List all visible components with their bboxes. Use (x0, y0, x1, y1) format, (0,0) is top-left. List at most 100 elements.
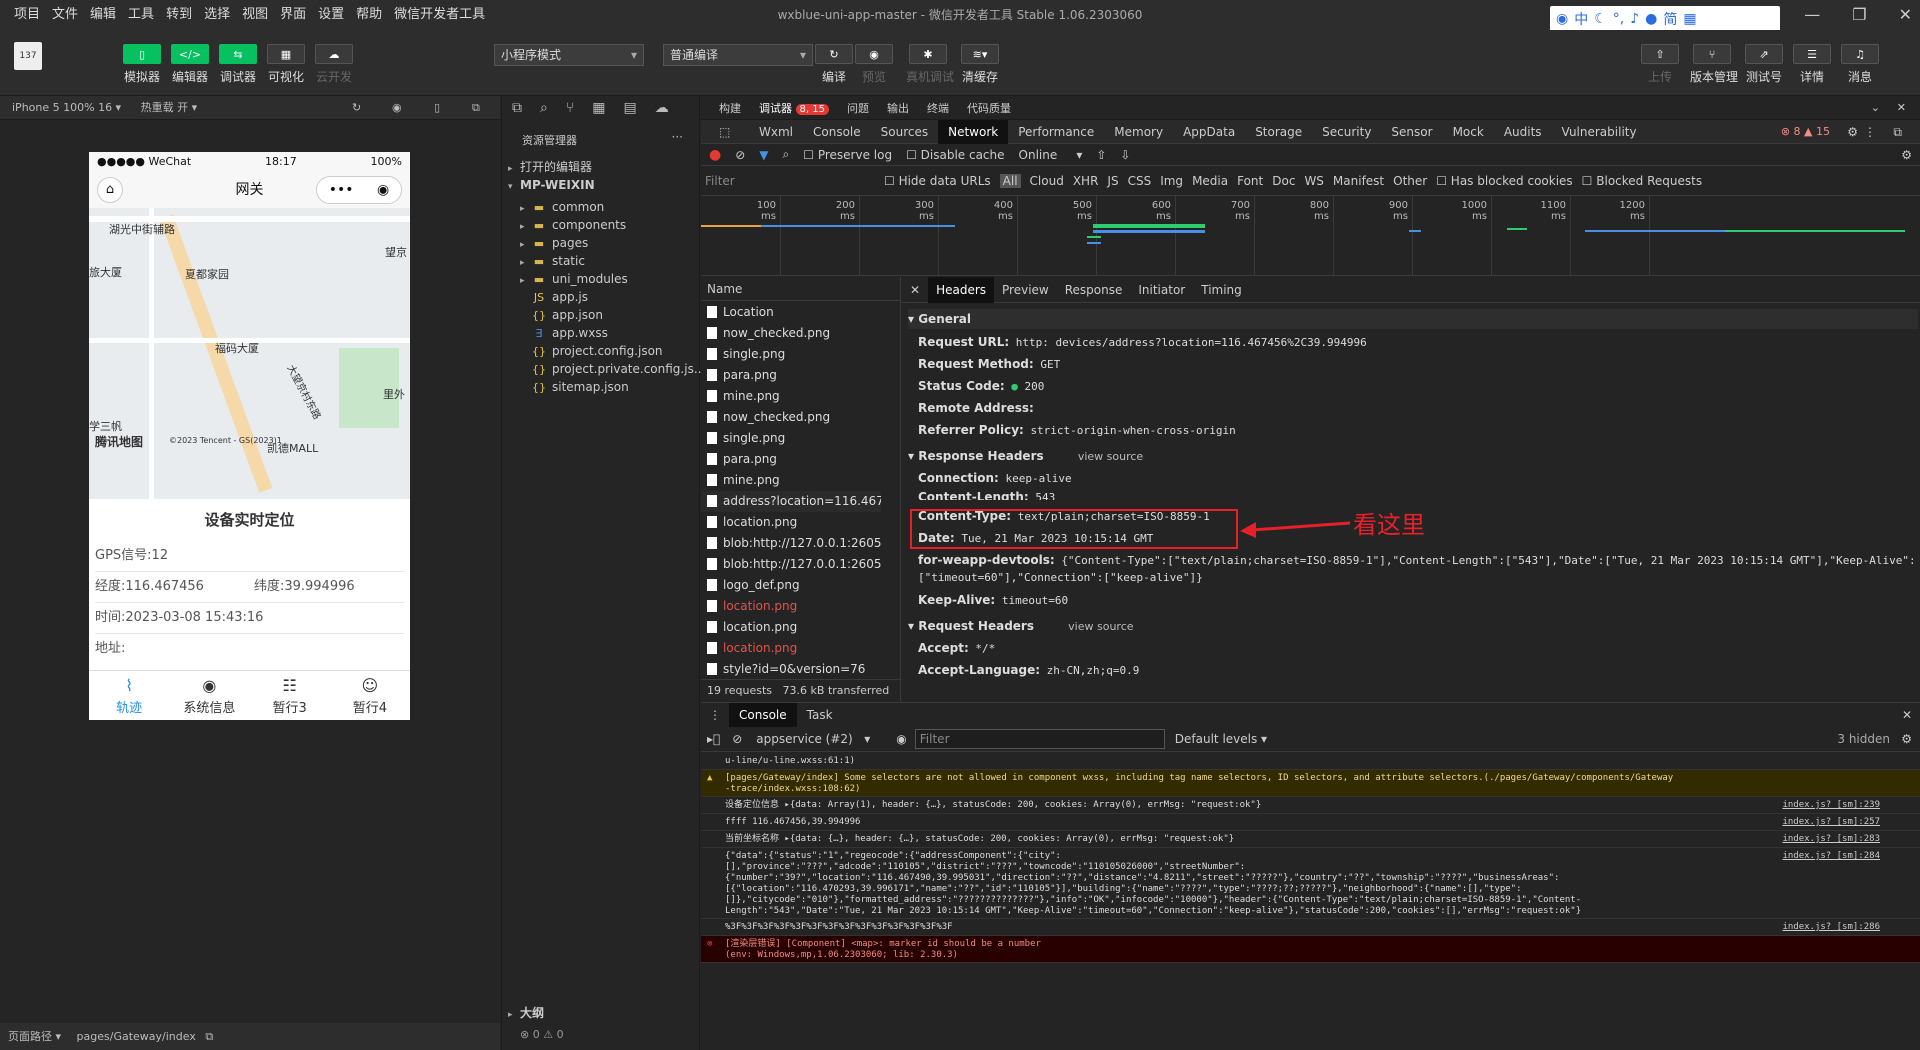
dock-icon[interactable]: ⧉ (1883, 120, 1912, 144)
view-source-link[interactable]: view source (1068, 620, 1133, 633)
messages-button[interactable]: ♫ 消息 (1838, 44, 1882, 85)
request-row[interactable]: now_checked.png (701, 407, 881, 428)
menu-select[interactable]: 选择 (198, 0, 236, 30)
ime-chinese[interactable]: 中 (1574, 9, 1588, 29)
tab-preview[interactable]: Preview (994, 283, 1057, 297)
clear-icon[interactable]: ⊘ (735, 148, 745, 162)
menu-goto[interactable]: 转到 (160, 0, 198, 30)
request-row[interactable]: mine.png (701, 470, 881, 491)
type-doc[interactable]: Doc (1272, 174, 1295, 188)
hide-data-urls-checkbox[interactable]: ☐ Hide data URLs (884, 174, 991, 188)
source-link[interactable]: index.js? [sm]:239 (1782, 800, 1880, 811)
debugger-button[interactable]: ⇆ 调试器 (216, 44, 260, 85)
panel-network[interactable]: Network (938, 119, 1009, 144)
tab-temp3[interactable]: ☷ 暂行3 (250, 671, 330, 720)
rotate-icon[interactable]: ↻ (352, 96, 361, 120)
request-row[interactable]: location.png (701, 596, 881, 617)
blocked-requests-checkbox[interactable]: ☐ Blocked Requests (1582, 174, 1702, 188)
tab-terminal[interactable]: 终端 (927, 100, 949, 116)
type-ws[interactable]: WS (1304, 174, 1323, 188)
preview-button[interactable]: ◉ 预览 (852, 44, 896, 85)
tab-initiator[interactable]: Initiator (1130, 283, 1193, 297)
console-filter-input[interactable]: Filter (914, 728, 1165, 749)
close-icon[interactable]: ✕ (1897, 101, 1906, 114)
search-icon[interactable]: ⌕ (540, 100, 548, 116)
tab-code-quality[interactable]: 代码质量 (967, 100, 1011, 116)
request-row[interactable]: blob:http://127.0.0.1:26054/a7 (701, 554, 881, 575)
cloud-dev-button[interactable]: ☁ 云开发 (312, 44, 356, 85)
source-link[interactable]: index.js? [sm]:283 (1782, 834, 1880, 845)
ime-simplified[interactable]: 简 (1663, 9, 1677, 29)
details-button[interactable]: ☰ 详情 (1790, 44, 1834, 85)
preserve-log-checkbox[interactable]: ☐ Preserve log (803, 148, 892, 162)
menu-settings[interactable]: 设置 (312, 0, 350, 30)
home-button[interactable]: ⌂ (97, 177, 123, 203)
issue-counts[interactable]: ⊗ 8 ▲ 15 (1771, 120, 1840, 144)
tab-timing[interactable]: Timing (1193, 283, 1250, 297)
menu-wechat-devtools[interactable]: 微信开发者工具 (388, 0, 491, 30)
disable-cache-checkbox[interactable]: ☐ Disable cache (906, 148, 1004, 162)
panel-vulnerability[interactable]: Vulnerability (1552, 120, 1647, 144)
problems-status[interactable]: ⊗ 0 ⚠ 0 (502, 1024, 701, 1046)
panel-sensor[interactable]: Sensor (1381, 120, 1442, 144)
type-img[interactable]: Img (1160, 174, 1183, 188)
request-row[interactable]: address?location=116.467456... (701, 491, 881, 512)
menu-view[interactable]: 视图 (236, 0, 274, 30)
tab-track[interactable]: ⌇ 轨迹 (89, 671, 169, 720)
tab-build[interactable]: 构建 (719, 100, 741, 116)
storage-icon[interactable]: ▤ (623, 100, 636, 116)
file-tree-item[interactable]: {} sitemap.json (502, 376, 701, 398)
type-media[interactable]: Media (1192, 174, 1228, 188)
panel-storage[interactable]: Storage (1245, 120, 1312, 144)
general-section[interactable]: ▾ General (908, 309, 1918, 329)
tab-debugger[interactable]: 调试器 8, 15 (759, 100, 829, 116)
request-row[interactable]: now_checked.png (701, 323, 881, 344)
menu-help[interactable]: 帮助 (350, 0, 388, 30)
map-view[interactable]: 湖光中街辅路 望京 旅大厦 夏都家园 福码大厦 里外 学三帆 腾讯地图 ©202… (89, 208, 410, 499)
source-link[interactable]: index.js? [sm]:284 (1782, 851, 1880, 862)
request-row[interactable]: style?id=0&version=76 (701, 659, 881, 680)
type-xhr[interactable]: XHR (1073, 174, 1099, 188)
panel-mock[interactable]: Mock (1443, 120, 1494, 144)
remote-debug-button[interactable]: ✱ 真机调试 (906, 44, 954, 85)
request-row[interactable]: location.png (701, 512, 881, 533)
project-root[interactable]: ▾ MP-WEIXIN (502, 174, 701, 196)
blocked-cookies-checkbox[interactable]: ☐ Has blocked cookies (1436, 174, 1572, 188)
panel-appdata[interactable]: AppData (1173, 120, 1245, 144)
request-row[interactable]: Location (701, 302, 881, 323)
clear-console-icon[interactable]: ⊘ (726, 732, 748, 746)
ime-toolbar[interactable]: ◉ 中 ☾ °, ♪ ● 简 ▦ (1550, 6, 1780, 32)
menu-project[interactable]: 项目 (8, 0, 46, 30)
compile-select[interactable]: 普通编译 (663, 44, 813, 66)
panel-audits[interactable]: Audits (1494, 120, 1552, 144)
device-select[interactable]: iPhone 5 100% 16 ▾ (12, 101, 121, 114)
chevron-down-icon[interactable]: ⌄ (1871, 101, 1880, 114)
drawer-tab-task[interactable]: Task (797, 708, 843, 722)
throttle-select[interactable]: Online ▾ (1019, 148, 1083, 162)
request-row[interactable]: mine.png (701, 386, 881, 407)
panel-wxml[interactable]: Wxml (749, 120, 803, 144)
copy-icon[interactable]: ⧉ (205, 1030, 213, 1043)
request-headers-section[interactable]: ▾ Request Headers view source (908, 619, 1134, 633)
more-icon[interactable]: ··· (672, 130, 683, 144)
outline-section[interactable]: ▸ 大纲 (502, 1002, 701, 1024)
mode-select[interactable]: 小程序模式 (494, 44, 644, 66)
hot-reload-toggle[interactable]: 热重载 开 ▾ (141, 101, 198, 114)
record-icon[interactable]: ● (709, 147, 721, 163)
upload-button[interactable]: ⇧ 上传 (1638, 44, 1682, 85)
request-row[interactable]: single.png (701, 428, 881, 449)
request-row[interactable]: para.png (701, 449, 881, 470)
test-account-button[interactable]: ⇗ 测试号 (1742, 44, 1786, 85)
filter-icon[interactable]: ▼ (759, 148, 768, 162)
filter-input[interactable]: Filter (705, 174, 875, 188)
view-source-link[interactable]: view source (1078, 450, 1143, 463)
menu-file[interactable]: 文件 (46, 0, 84, 30)
more-icon[interactable]: ••• (329, 172, 354, 208)
context-select[interactable]: appservice (#2) ▾ (748, 732, 888, 746)
type-css[interactable]: CSS (1128, 174, 1152, 188)
cloud-icon[interactable]: ☁ (655, 100, 669, 116)
tab-response[interactable]: Response (1057, 283, 1131, 297)
search-icon[interactable]: ⌕ (783, 147, 790, 162)
request-row[interactable]: location.png (701, 617, 881, 638)
tab-temp4[interactable]: ☺ 暂行4 (330, 671, 410, 720)
